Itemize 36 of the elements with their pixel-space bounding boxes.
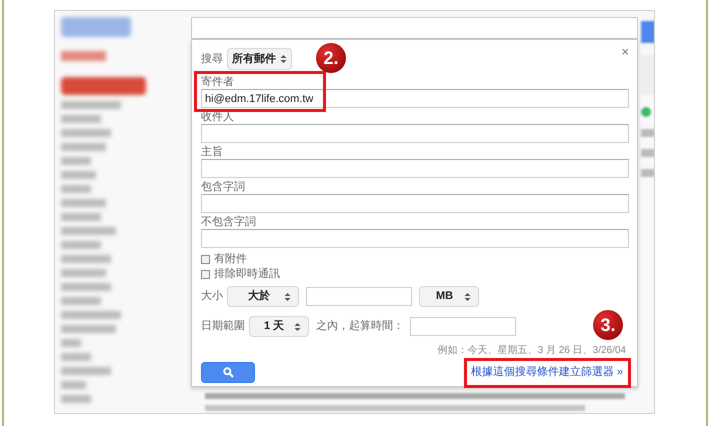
scope-select[interactable]: 所有郵件 bbox=[227, 48, 292, 70]
up-down-caret-icon bbox=[280, 54, 287, 64]
date-input-field[interactable] bbox=[410, 317, 516, 336]
step-badge: 2. bbox=[316, 43, 346, 73]
checkbox-label: 有附件 bbox=[214, 252, 247, 268]
step-badge: 3. bbox=[593, 310, 623, 340]
input-field[interactable] bbox=[201, 229, 629, 248]
size-label: 大小 bbox=[201, 289, 223, 304]
field-label: 包含字詞 bbox=[201, 180, 246, 194]
create-filter-link[interactable]: 根據這個搜尋條件建立篩選器 » bbox=[466, 362, 627, 383]
date-within-label: 之內，起算時間： bbox=[316, 318, 404, 334]
checkbox[interactable] bbox=[201, 270, 210, 279]
date-range-select[interactable]: 1 天 bbox=[249, 316, 309, 337]
input-field[interactable] bbox=[201, 194, 629, 213]
field-label: 寄件者 bbox=[201, 75, 235, 89]
up-down-caret-icon bbox=[464, 292, 471, 302]
input-field[interactable] bbox=[201, 124, 629, 143]
input-field[interactable] bbox=[201, 159, 629, 178]
search-scope-label: 搜尋 bbox=[201, 52, 223, 67]
close-button[interactable]: × bbox=[621, 45, 629, 58]
search-button[interactable] bbox=[201, 362, 255, 383]
field-label: 不包含字詞 bbox=[201, 215, 257, 229]
search-icon bbox=[222, 367, 234, 378]
size-unit-select[interactable]: MB bbox=[419, 286, 479, 307]
size-operator-select[interactable]: 大於 bbox=[227, 286, 299, 307]
checkbox[interactable] bbox=[201, 255, 210, 264]
input-field[interactable]: hi@edm.17life.com.tw bbox=[201, 89, 629, 108]
checkbox-label: 排除即時通訊 bbox=[214, 266, 280, 282]
date-example-text: 例如：今天、星期五、3 月 26 日、3/26/04 bbox=[438, 344, 626, 357]
field-label: 收件人 bbox=[201, 110, 235, 124]
up-down-caret-icon bbox=[294, 322, 301, 332]
field-label: 主旨 bbox=[201, 145, 224, 159]
date-range-label: 日期範圍 bbox=[201, 319, 245, 334]
size-input-field[interactable] bbox=[306, 287, 412, 306]
up-down-caret-icon bbox=[284, 292, 291, 302]
search-bar[interactable] bbox=[191, 17, 638, 39]
